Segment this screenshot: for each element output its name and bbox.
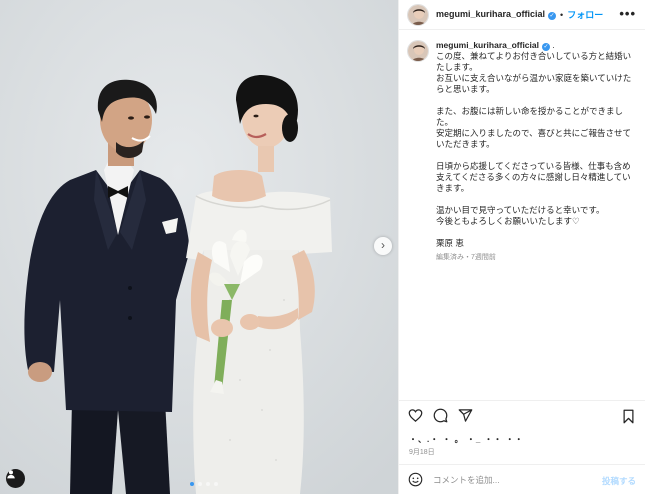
avatar-image — [408, 4, 428, 25]
comment-bar: 投稿する — [399, 464, 645, 494]
likes-count[interactable]: ・、.・ ・ 。 ・_ ・・ ・・ — [409, 434, 524, 445]
carousel-dot — [206, 482, 210, 486]
action-bar — [399, 400, 645, 430]
caption-suffix: . — [552, 40, 555, 50]
header-username-text[interactable]: megumi_kurihara_official — [436, 9, 545, 19]
header-separator: • — [560, 9, 564, 20]
post-photo[interactable]: › — [0, 0, 398, 494]
carousel-indicator — [190, 482, 218, 486]
post-comment-button[interactable]: 投稿する — [602, 475, 636, 487]
caption-row: megumi_kurihara_official ✓ . この度、兼ねてよりお付き… — [407, 40, 639, 263]
carousel-dot — [198, 482, 202, 486]
header-username[interactable]: megumi_kurihara_official ✓ — [436, 9, 557, 20]
avatar-image — [408, 41, 428, 61]
caption-text: この度、兼ねてよりお付き合いしている方と結婚いたします。 お互いに支え合いながら… — [436, 51, 632, 248]
caption-meta: 編集済み・7週間前 — [436, 254, 496, 261]
post-date[interactable]: 9月18日 — [409, 447, 435, 457]
verified-badge-icon: ✓ — [541, 43, 550, 51]
carousel-dot-active — [190, 482, 194, 486]
heart-icon[interactable] — [408, 408, 423, 423]
caption-body: megumi_kurihara_official ✓ . この度、兼ねてよりお付き… — [436, 40, 639, 263]
post-header: megumi_kurihara_official ✓ • フォロー ••• — [399, 0, 645, 30]
wedding-photo-illustration — [0, 0, 398, 494]
more-options-icon[interactable]: ••• — [619, 6, 636, 21]
emoji-icon[interactable] — [408, 472, 423, 487]
bookmark-icon[interactable] — [621, 409, 636, 424]
carousel-dot — [214, 482, 218, 486]
caption-username[interactable]: megumi_kurihara_official — [436, 40, 539, 50]
post-side-panel: megumi_kurihara_official ✓ • フォロー ••• meg… — [398, 0, 645, 494]
caption-avatar[interactable] — [407, 40, 429, 62]
avatar[interactable] — [407, 3, 429, 26]
next-slide-button[interactable]: › — [374, 237, 392, 255]
user-tag-icon — [7, 470, 15, 479]
follow-button[interactable]: フォロー — [567, 8, 603, 21]
comment-icon[interactable] — [433, 408, 448, 423]
comment-input[interactable] — [433, 474, 583, 485]
verified-badge-icon: ✓ — [548, 12, 557, 20]
tagged-users-button[interactable] — [6, 469, 25, 488]
post-caption: megumi_kurihara_official ✓ . この度、兼ねてよりお付き… — [407, 40, 639, 263]
share-icon[interactable] — [458, 408, 473, 423]
